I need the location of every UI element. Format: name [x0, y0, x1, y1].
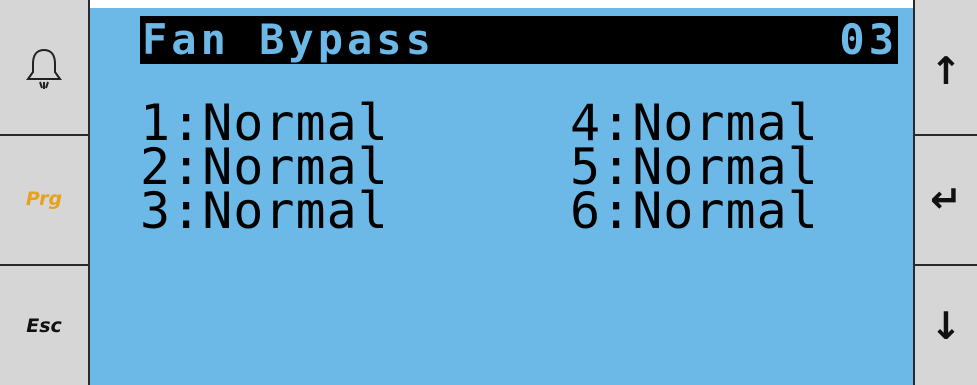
enter-button[interactable]: ↵ — [915, 134, 977, 266]
title-bar: Fan Bypass 03 — [140, 16, 898, 64]
page-number: 03 — [839, 15, 898, 64]
page-title: Fan Bypass — [142, 15, 435, 64]
alarm-button[interactable] — [0, 8, 88, 136]
left-button-column: Prg Esc — [0, 0, 90, 385]
fan-status-3: 3:Normal — [140, 182, 389, 240]
lcd-screen: Fan Bypass 03 1:Normal 2:Normal 3:Normal… — [90, 8, 913, 385]
down-button[interactable]: ↓ — [915, 266, 977, 385]
top-bezel — [0, 0, 977, 8]
prg-label: Prg — [25, 188, 63, 210]
up-button[interactable]: ↑ — [915, 8, 977, 136]
right-button-column: ↑ ↵ ↓ — [913, 0, 977, 385]
prg-button[interactable]: Prg — [0, 134, 88, 266]
controller-panel: Prg Esc Fan Bypass 03 1:Normal 2:Normal … — [0, 0, 977, 385]
arrow-down-icon: ↓ — [930, 303, 962, 348]
esc-button[interactable]: Esc — [0, 266, 88, 385]
bell-icon — [23, 46, 65, 96]
esc-label: Esc — [26, 314, 62, 337]
enter-icon: ↵ — [930, 177, 962, 221]
arrow-up-icon: ↑ — [930, 49, 962, 93]
fan-status-6: 6:Normal — [570, 182, 819, 240]
